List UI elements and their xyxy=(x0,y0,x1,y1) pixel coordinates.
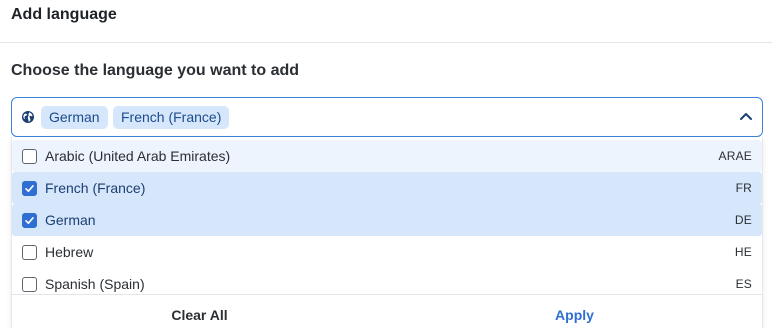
option-code: FR xyxy=(735,181,752,195)
field-label: Choose the language you want to add xyxy=(11,62,300,79)
apply-button[interactable]: Apply xyxy=(387,307,762,323)
option-label: German xyxy=(45,212,96,228)
option-arabic-uae[interactable]: Arabic (United Arab Emirates) ARAE xyxy=(12,140,762,172)
add-language-dialog: Add language Choose the language you wan… xyxy=(0,0,772,328)
option-hebrew[interactable]: Hebrew HE xyxy=(12,236,762,268)
dropdown-footer: Clear All Apply xyxy=(12,294,762,328)
clear-all-button[interactable]: Clear All xyxy=(12,307,387,323)
chevron-up-icon[interactable] xyxy=(739,111,753,121)
option-code: HE xyxy=(734,245,752,259)
option-french-france[interactable]: French (France) FR xyxy=(12,172,762,204)
language-multiselect[interactable]: German French (France) xyxy=(11,97,763,137)
language-dropdown: Arabic (United Arab Emirates) ARAE Frenc… xyxy=(11,137,763,328)
option-label: Arabic (United Arab Emirates) xyxy=(45,148,231,164)
checkmark-icon xyxy=(25,185,34,192)
option-label: Spanish (Spain) xyxy=(45,276,145,292)
option-label: French (France) xyxy=(45,180,146,196)
option-checkbox[interactable] xyxy=(22,149,37,164)
option-checkbox[interactable] xyxy=(22,277,37,292)
dialog-header: Add language xyxy=(0,0,772,43)
checkmark-icon xyxy=(25,217,34,224)
option-code: ARAE xyxy=(718,149,752,163)
option-code: DE xyxy=(734,213,752,227)
option-label: Hebrew xyxy=(45,244,94,260)
selected-chip-german[interactable]: German xyxy=(41,106,108,129)
language-options-list[interactable]: Arabic (United Arab Emirates) ARAE Frenc… xyxy=(12,140,762,300)
option-checkbox[interactable] xyxy=(22,213,37,228)
globe-icon xyxy=(22,111,34,123)
dialog-title: Add language xyxy=(11,6,117,23)
option-code: ES xyxy=(735,277,752,291)
selected-chip-french-france[interactable]: French (France) xyxy=(113,106,230,129)
option-german[interactable]: German DE xyxy=(12,204,762,236)
option-checkbox[interactable] xyxy=(22,245,37,260)
option-checkbox[interactable] xyxy=(22,181,37,196)
